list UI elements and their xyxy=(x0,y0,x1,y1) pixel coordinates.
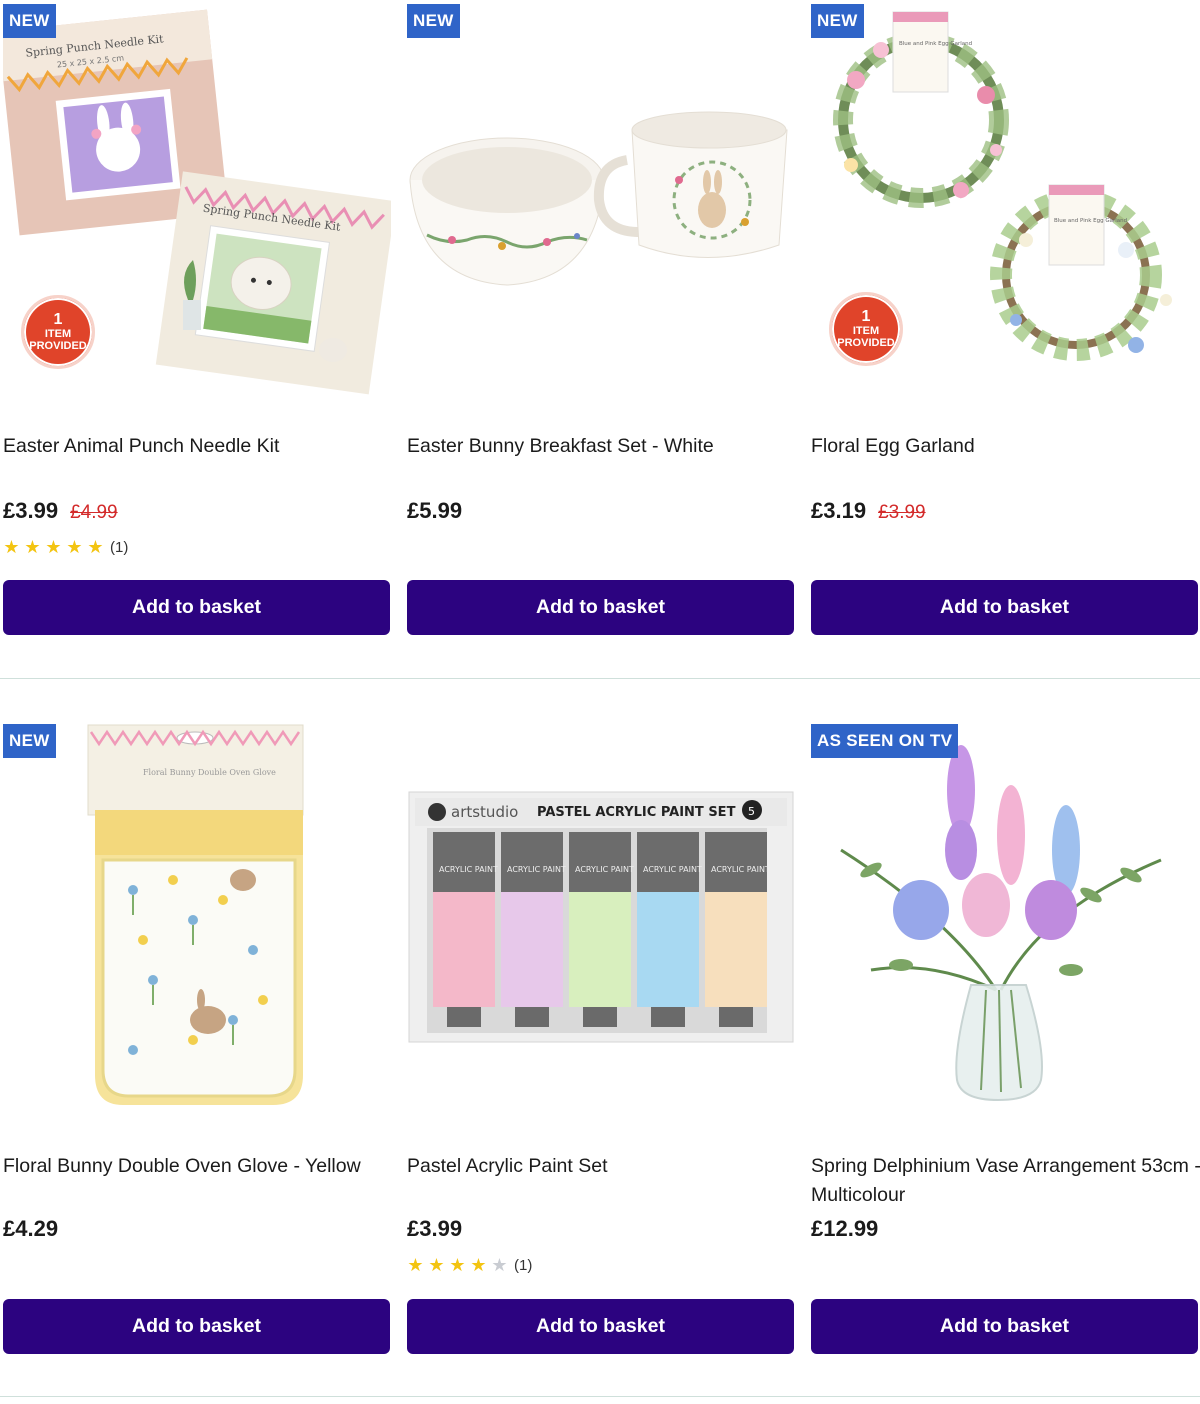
current-price: £12.99 xyxy=(811,1216,879,1241)
garland-tag-text-2: Blue and Pink Egg Garland xyxy=(1054,218,1127,224)
product-card: Floral Bunny Double Oven Glove NEW Flora… xyxy=(3,720,391,1380)
review-count: (1) xyxy=(514,1256,533,1274)
price-line: £3.99 xyxy=(407,1216,462,1242)
tube-label-text: ACRYLIC PAINT xyxy=(507,865,566,874)
current-price: £4.29 xyxy=(3,1216,59,1241)
star-icon: ★ xyxy=(428,1255,445,1275)
price-line: £4.29 xyxy=(3,1216,58,1242)
tube-label-text: ACRYLIC PAINT xyxy=(575,865,634,874)
product-card: AS SEEN ON TV Spring Delphinium Vase Arr… xyxy=(811,720,1200,1380)
star-rating[interactable]: ★ ★ ★ ★ ★ (1) xyxy=(3,538,128,556)
roundel-line-1: ITEM xyxy=(44,328,72,340)
price-line: £5.99 xyxy=(407,498,462,524)
row-divider xyxy=(0,1396,1200,1397)
product-title-link[interactable]: Easter Animal Punch Needle Kit xyxy=(3,432,395,461)
roundel-line-2: PROVIDED xyxy=(837,337,895,349)
star-icon: ★ xyxy=(3,537,20,557)
roundel-line-1: ITEM xyxy=(852,325,880,337)
roundel-number: 1 xyxy=(861,308,871,325)
tube-label-text: ACRYLIC PAINT xyxy=(643,865,702,874)
product-image[interactable]: Floral Bunny Double Oven Glove xyxy=(3,720,391,1115)
brand-text: artstudio xyxy=(451,803,518,821)
new-badge: NEW xyxy=(3,724,56,758)
product-image[interactable]: artstudio PASTEL ACRYLIC PAINT SET 5 ACR… xyxy=(407,720,795,1115)
star-icon: ★ xyxy=(470,1255,487,1275)
product-image[interactable] xyxy=(407,0,795,400)
product-card: Blue and Pink Egg Garland Blue and Pink … xyxy=(811,0,1199,680)
price-line: £3.19 £3.99 xyxy=(811,498,926,524)
product-card: NEW Easter Bunny Breakfast Set - White £… xyxy=(407,0,795,680)
item-provided-roundel: 1 ITEM PROVIDED xyxy=(21,295,95,369)
was-price: £3.99 xyxy=(878,502,926,523)
star-icon: ★ xyxy=(45,537,62,557)
add-to-basket-button[interactable]: Add to basket xyxy=(3,580,390,635)
roundel-number: 1 xyxy=(53,311,63,328)
current-price: £3.99 xyxy=(3,498,59,523)
price-line: £3.99 £4.99 xyxy=(3,498,118,524)
new-badge: NEW xyxy=(3,4,56,38)
oven-glove-image: Floral Bunny Double Oven Glove xyxy=(87,724,304,1105)
add-to-basket-button[interactable]: Add to basket xyxy=(407,580,794,635)
current-price: £3.99 xyxy=(407,1216,463,1241)
product-card: Spring Punch Needle Kit 25 x 25 x 2.5 cm… xyxy=(3,0,391,680)
row-divider xyxy=(0,678,1200,679)
breakfast-set-image xyxy=(409,111,788,286)
review-count: (1) xyxy=(110,538,129,556)
product-title-link[interactable]: Easter Bunny Breakfast Set - White xyxy=(407,432,799,461)
delphinium-vase-image xyxy=(840,745,1162,1102)
item-provided-roundel: 1 ITEM PROVIDED xyxy=(829,292,903,366)
star-icon: ★ xyxy=(87,537,104,557)
current-price: £3.19 xyxy=(811,498,867,523)
glove-pack-text: Floral Bunny Double Oven Glove xyxy=(143,768,276,777)
product-image[interactable] xyxy=(811,720,1199,1115)
was-price: £4.99 xyxy=(70,502,118,523)
product-row-2: Floral Bunny Double Oven Glove NEW Flora… xyxy=(0,720,1200,1380)
product-title-link[interactable]: Floral Bunny Double Oven Glove - Yellow xyxy=(3,1152,395,1181)
star-icon: ★ xyxy=(66,537,83,557)
price-line: £12.99 xyxy=(811,1216,878,1242)
add-to-basket-button[interactable]: Add to basket xyxy=(3,1299,390,1354)
as-seen-on-tv-badge: AS SEEN ON TV xyxy=(811,724,959,758)
box-label-text: PASTEL ACRYLIC PAINT SET xyxy=(537,805,736,820)
star-icon: ★ xyxy=(24,537,41,557)
paint-count-text: 5 xyxy=(748,805,755,818)
product-title-link[interactable]: Spring Delphinium Vase Arrangement 53cm … xyxy=(811,1152,1200,1210)
star-empty-icon: ★ xyxy=(491,1255,508,1275)
star-icon: ★ xyxy=(407,1255,424,1275)
current-price: £5.99 xyxy=(407,498,463,523)
new-badge: NEW xyxy=(407,4,460,38)
roundel-line-2: PROVIDED xyxy=(29,340,87,352)
add-to-basket-button[interactable]: Add to basket xyxy=(407,1299,794,1354)
tube-label-text: ACRYLIC PAINT xyxy=(711,865,770,874)
tube-label-text: ACRYLIC PAINT xyxy=(439,865,498,874)
product-row-1: Spring Punch Needle Kit 25 x 25 x 2.5 cm… xyxy=(0,0,1200,680)
product-card: artstudio PASTEL ACRYLIC PAINT SET 5 ACR… xyxy=(407,720,795,1380)
garland-tag-text: Blue and Pink Egg Garland xyxy=(899,41,972,47)
acrylic-paint-set-image: artstudio PASTEL ACRYLIC PAINT SET 5 ACR… xyxy=(408,791,794,1043)
add-to-basket-button[interactable]: Add to basket xyxy=(811,580,1198,635)
star-icon: ★ xyxy=(449,1255,466,1275)
star-rating[interactable]: ★ ★ ★ ★ ★ (1) xyxy=(407,1256,532,1274)
product-title-link[interactable]: Pastel Acrylic Paint Set xyxy=(407,1152,799,1181)
add-to-basket-button[interactable]: Add to basket xyxy=(811,1299,1198,1354)
product-title-link[interactable]: Floral Egg Garland xyxy=(811,432,1200,461)
new-badge: NEW xyxy=(811,4,864,38)
